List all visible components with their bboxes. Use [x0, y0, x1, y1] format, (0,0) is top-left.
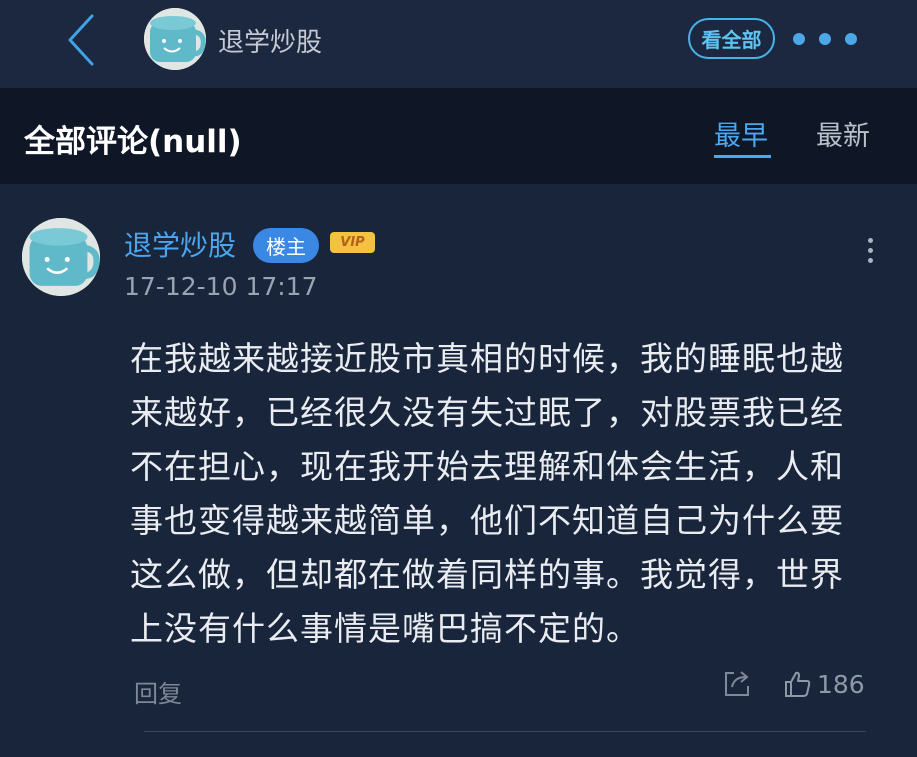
comment-timestamp: 17-12-10 17:17 [124, 272, 318, 301]
dot [867, 258, 873, 263]
tab-latest[interactable]: 最新 [816, 114, 870, 153]
tab-earliest[interactable]: 最早 [714, 114, 768, 153]
mug-avatar-image [144, 8, 206, 70]
dot [819, 33, 831, 45]
back-chevron-icon [68, 14, 94, 66]
page-title: 全部评论(null) [24, 124, 242, 160]
avatar[interactable] [144, 8, 206, 70]
top-bar: 退学炒股 看全部 [0, 0, 917, 88]
kebab-menu-icon[interactable] [864, 238, 876, 268]
dot [793, 33, 805, 45]
more-dots-icon[interactable] [793, 33, 857, 47]
mug-avatar-image [22, 218, 100, 296]
comment-line: 不在担心，现在我开始去理解和体会生活，人和 [130, 447, 844, 486]
thumbs-up-icon [785, 671, 811, 697]
comment-username[interactable]: 退学炒股 [124, 224, 236, 264]
see-all-button[interactable]: 看全部 [688, 18, 775, 59]
comment-line: 在我越来越接近股市真相的时候，我的睡眠也越 [130, 339, 844, 378]
tab-active-indicator [714, 155, 771, 158]
comment-avatar[interactable] [22, 218, 100, 296]
comment-line: 这么做，但却都在做着同样的事。我觉得，世界 [130, 555, 844, 594]
comments-header: 全部评论(null) 最早 最新 [0, 88, 917, 184]
comment-line: 上没有什么事情是嘴巴搞不定的。 [130, 609, 640, 648]
divider [144, 731, 866, 732]
like-button[interactable]: 186 [783, 667, 865, 701]
like-count: 186 [817, 669, 865, 699]
share-icon[interactable] [722, 668, 752, 698]
owner-badge: 楼主 [253, 228, 319, 263]
dot [845, 33, 857, 45]
dot [867, 238, 873, 243]
vip-badge: VIP [330, 232, 375, 253]
back-button[interactable] [62, 12, 102, 68]
reply-button[interactable]: 回复 [134, 674, 182, 709]
comment-body: 在我越来越接近股市真相的时候，我的睡眠也越 来越好，已经很久没有失过眠了，对股票… [130, 332, 890, 656]
comment-line: 来越好，已经很久没有失过眠了，对股票我已经 [130, 393, 844, 432]
comment-line: 事也变得越来越简单，他们不知道自己为什么要 [130, 501, 844, 540]
dot [867, 248, 873, 253]
top-username[interactable]: 退学炒股 [218, 22, 322, 59]
